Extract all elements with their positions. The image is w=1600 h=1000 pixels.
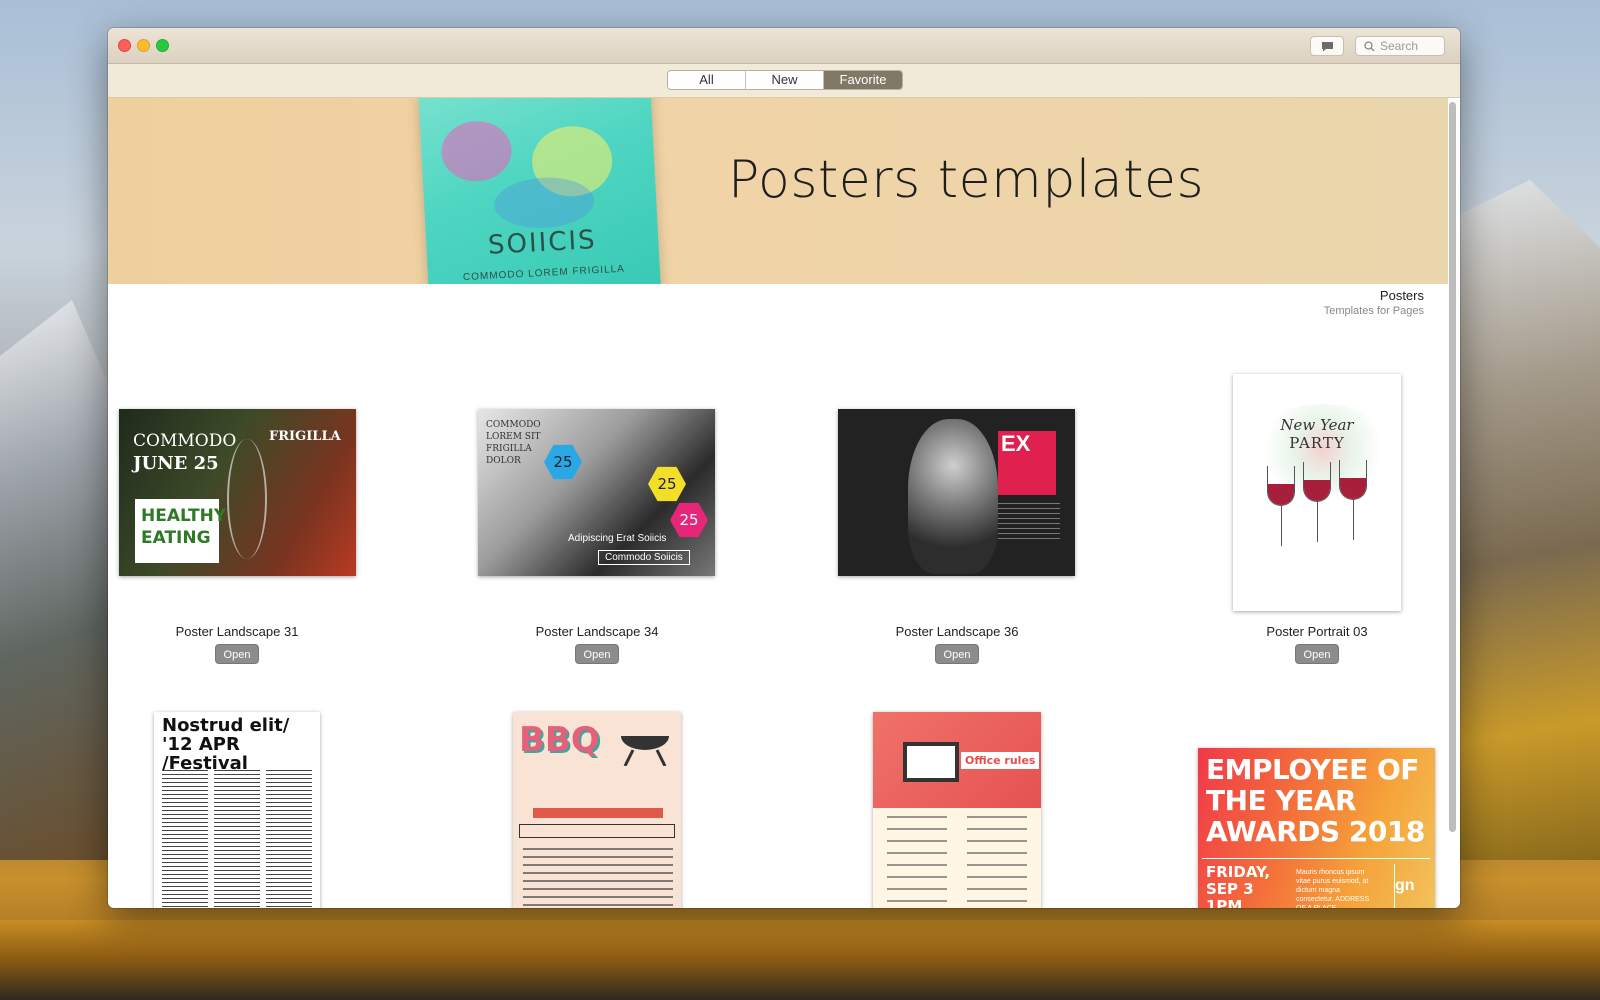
banner-poster-art: SOIICIS COMMODO LOREM FRIGILLA — [418, 98, 662, 284]
thumb-banner — [519, 824, 675, 838]
thumb-text: FRIDAY, SEP 3 1PM — [1206, 863, 1271, 909]
thumb-body-text — [214, 770, 260, 908]
template-thumbnail[interactable]: EMPLOYEE OF THE YEAR AWARDS 2018 FRIDAY,… — [1198, 748, 1435, 908]
title-bar — [108, 28, 1460, 64]
thumb-text: New Year — [1280, 416, 1354, 434]
category-banner: SOIICIS COMMODO LOREM FRIGILLA Posters t… — [108, 98, 1448, 284]
open-button[interactable]: Open — [215, 644, 259, 664]
desktop-mountain-left — [0, 300, 120, 860]
thumb-banner — [533, 808, 663, 818]
thumb-text: BBQ — [519, 720, 600, 760]
banner-art-word: SOIICIS — [487, 225, 598, 261]
thumb-body-text — [266, 770, 312, 908]
template-thumbnail[interactable]: New Year PARTY — [1233, 374, 1401, 611]
thumb-text: EATING — [141, 528, 211, 548]
chat-bubble-icon — [1321, 41, 1333, 51]
thumb-text: Office rules — [961, 752, 1040, 769]
thumb-text: EMPLOYEE OF THE YEAR AWARDS 2018 — [1206, 753, 1425, 848]
thumb-text: EX — [998, 431, 1056, 495]
thumb-text: Commodo Soiicis — [598, 550, 690, 565]
template-thumbnail[interactable]: COMMODO JUNE 25 FRIGILLA HEALTHY EATING — [119, 409, 356, 576]
thumb-body-text — [162, 770, 208, 908]
thumb-text: Adipiscing Erat Soiicis — [568, 533, 667, 544]
template-title: Poster Landscape 34 — [535, 624, 659, 639]
desktop-mountain-right — [1460, 180, 1600, 860]
thumb-logo: gn — [1394, 864, 1430, 908]
banner-title: Posters templates — [728, 150, 1205, 210]
thumb-body-text — [998, 503, 1060, 543]
paint-splash — [439, 119, 513, 184]
template-thumbnail[interactable]: Office rules — [873, 712, 1041, 908]
template-title: Poster Landscape 31 — [175, 624, 299, 639]
wine-glass-stem — [1281, 506, 1282, 546]
content-scroll-area[interactable]: SOIICIS COMMODO LOREM FRIGILLA Posters t… — [108, 98, 1448, 908]
grill-icon — [621, 736, 669, 766]
filter-segmented-control: All New Favorite — [667, 70, 903, 90]
search-input[interactable] — [1380, 39, 1440, 53]
banner-art-subtitle: COMMODO LOREM FRIGILLA — [462, 263, 626, 284]
template-title: Poster Landscape 36 — [895, 624, 1019, 639]
portrait-photo — [908, 419, 998, 574]
feedback-button[interactable] — [1310, 36, 1344, 56]
template-title: Poster Portrait 03 — [1266, 624, 1368, 639]
thumb-body-text — [887, 816, 947, 908]
thumb-body-text — [967, 816, 1027, 908]
tab-new[interactable]: New — [746, 71, 824, 89]
search-icon — [1364, 40, 1375, 51]
search-field[interactable] — [1355, 36, 1445, 56]
thumb-text: Mauris rhoncus ipsum vitae purus euismod… — [1296, 869, 1370, 908]
open-button[interactable]: Open — [935, 644, 979, 664]
section-header: Posters Templates for Pages — [1324, 288, 1424, 317]
thumb-text: COMMODO LOREM SIT FRIGILLA DOLOR — [486, 420, 541, 466]
wine-glass-stem — [1353, 500, 1354, 540]
hexagon-badge: 25 — [544, 444, 582, 480]
divider — [1202, 858, 1430, 859]
zoom-window-button[interactable] — [156, 39, 169, 52]
close-window-button[interactable] — [118, 39, 131, 52]
template-thumbnail[interactable]: Nostrud elit/ '12 APR /Festival — [154, 712, 320, 908]
thumb-text: Nostrud elit/ '12 APR /Festival — [162, 715, 290, 774]
monitor-icon — [903, 742, 959, 782]
vertical-scrollbar[interactable] — [1449, 102, 1456, 832]
tab-favorite[interactable]: Favorite — [824, 71, 902, 89]
thumb-text: HEALTHY — [141, 506, 227, 526]
thumb-label-box: HEALTHY EATING — [135, 499, 227, 563]
wine-glass-stem — [1317, 502, 1318, 542]
filter-bar: All New Favorite — [108, 64, 1460, 98]
template-thumbnail[interactable]: EX — [838, 409, 1075, 576]
section-subtitle: Templates for Pages — [1323, 305, 1424, 317]
template-thumbnail[interactable]: BBQ — [513, 712, 681, 908]
minimize-window-button[interactable] — [137, 39, 150, 52]
tab-all[interactable]: All — [668, 71, 746, 89]
app-window: All New Favorite SOIICIS COMMODO LOREM F… — [108, 28, 1460, 908]
section-title: Posters — [1379, 288, 1424, 303]
wine-glass-icon — [1267, 466, 1295, 506]
wine-glass-icon — [1303, 462, 1331, 502]
thumb-text: COMMODO — [133, 431, 237, 451]
open-button[interactable]: Open — [575, 644, 619, 664]
hexagon-badge: 25 — [648, 466, 686, 502]
thumb-text: JUNE 25 — [133, 453, 219, 474]
paint-splash — [493, 175, 596, 231]
open-button[interactable]: Open — [1295, 644, 1339, 664]
thumb-text: PARTY — [1289, 434, 1345, 452]
thumb-body-text — [523, 848, 673, 908]
wine-glass-icon — [1339, 460, 1367, 500]
thumb-text: FRIGILLA — [269, 429, 341, 444]
template-thumbnail[interactable]: COMMODO LOREM SIT FRIGILLA DOLOR 25 25 2… — [478, 409, 715, 576]
desktop-lake — [0, 920, 1600, 1000]
onion-illustration — [227, 439, 267, 559]
hexagon-badge: 25 — [670, 502, 708, 538]
